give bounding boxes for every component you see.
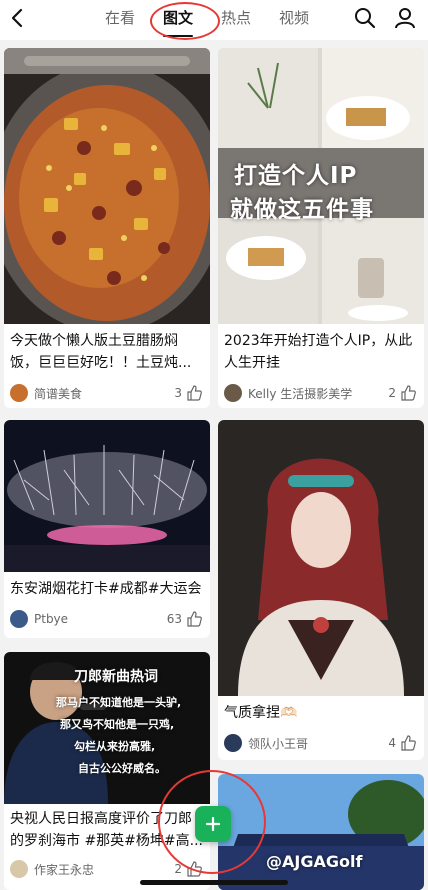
feed-card[interactable]: @AJGAGolf xyxy=(218,774,424,890)
lyrics-line: 自古公公好威名。 xyxy=(78,762,166,775)
tab-video[interactable]: 视频 xyxy=(279,4,309,32)
tab-image-text[interactable]: 图文 xyxy=(163,4,194,37)
plus-icon xyxy=(205,816,221,832)
content-feed: 今天做个懒人版土豆腊肠焖饭，巨巨巨好吃！！土豆炖... 简谱美食 3 打造个人I… xyxy=(0,40,428,890)
feed-card[interactable]: 气质拿捏🫶🏻 领队小王哥 4 xyxy=(218,420,424,760)
singer-photo: 刀郎新曲热词 那马户不知道他是一头驴, 那又鸟不知他是一只鸡, 勾栏从来扮高雅,… xyxy=(4,652,210,804)
feed-card[interactable]: 刀郎新曲热词 那马户不知道他是一头驴, 那又鸟不知他是一只鸡, 勾栏从来扮高雅,… xyxy=(4,652,210,890)
author-name[interactable]: Kelly 生活摄影美学 xyxy=(248,385,388,402)
card-title: 2023年开始打造个人IP，从此人生开挂 xyxy=(224,333,413,371)
user-icon[interactable] xyxy=(393,6,417,30)
avatar[interactable] xyxy=(10,610,28,628)
like-count: 2 xyxy=(174,862,182,876)
tab-bar: 在看 图文 热点 视频 xyxy=(105,4,337,37)
avatar[interactable] xyxy=(224,384,242,402)
lifestyle-photo: 打造个人IP 就做这五件事 xyxy=(218,48,424,324)
avatar[interactable] xyxy=(10,860,28,878)
avatar[interactable] xyxy=(224,734,242,752)
card-meta: 作家王永忠 2 xyxy=(10,858,202,880)
card-title: 央视人民日报高度评价了刀郎的罗刹海市 #那英#杨坤#高... xyxy=(10,811,203,849)
search-icon[interactable] xyxy=(353,6,377,30)
home-indicator xyxy=(140,880,288,885)
portrait-photo xyxy=(218,420,424,696)
like-count: 2 xyxy=(388,386,396,400)
card-meta: 简谱美食 3 xyxy=(10,382,202,404)
feed-card[interactable]: 打造个人IP 就做这五件事 2023年开始打造个人IP，从此人生开挂 Kelly… xyxy=(218,48,424,408)
top-nav-bar: 在看 图文 热点 视频 xyxy=(0,0,428,40)
thumbs-up-icon[interactable] xyxy=(186,861,202,877)
card-meta: Ptbye 63 xyxy=(10,608,202,630)
card-title: 今天做个懒人版土豆腊肠焖饭，巨巨巨好吃！！土豆炖... xyxy=(10,333,192,371)
author-name[interactable]: Ptbye xyxy=(34,612,167,626)
avatar[interactable] xyxy=(10,384,28,402)
author-name[interactable]: 领队小王哥 xyxy=(248,735,388,752)
thumbs-up-icon[interactable] xyxy=(186,385,202,401)
like-count: 63 xyxy=(166,612,182,626)
lyrics-line: 那又鸟不知他是一只鸡, xyxy=(60,718,175,731)
back-chevron-icon[interactable] xyxy=(4,4,32,32)
lyrics-line: 勾栏从来扮高雅, xyxy=(74,740,156,753)
card-title: 气质拿捏🫶🏻 xyxy=(224,705,298,721)
card-meta: 领队小王哥 4 xyxy=(224,732,416,754)
add-post-button[interactable] xyxy=(195,806,231,842)
golf-brand-text: @AJGAGolf xyxy=(266,852,363,871)
thumbs-up-icon[interactable] xyxy=(186,611,202,627)
golf-photo: @AJGAGolf xyxy=(218,774,424,890)
feed-card[interactable]: 东安湖烟花打卡#成都#大运会 Ptbye 63 xyxy=(4,420,210,638)
feed-card[interactable]: 今天做个懒人版土豆腊肠焖饭，巨巨巨好吃！！土豆炖... 简谱美食 3 xyxy=(4,48,210,408)
author-name[interactable]: 作家王永忠 xyxy=(34,861,174,878)
overlay-subheadline: 就做这五件事 xyxy=(230,197,374,223)
author-name[interactable]: 简谱美食 xyxy=(34,385,174,402)
like-count: 3 xyxy=(174,386,182,400)
card-title: 东安湖烟花打卡#成都#大运会 xyxy=(10,581,202,597)
fireworks-photo xyxy=(4,420,210,572)
dish-photo xyxy=(4,48,210,333)
lyrics-heading: 刀郎新曲热词 xyxy=(74,669,158,685)
tab-watching[interactable]: 在看 xyxy=(105,4,135,32)
thumbs-up-icon[interactable] xyxy=(400,385,416,401)
lyrics-line: 那马户不知道他是一头驴, xyxy=(56,696,182,709)
overlay-headline: 打造个人IP xyxy=(234,163,358,189)
tab-trending[interactable]: 热点 xyxy=(221,4,251,32)
card-meta: Kelly 生活摄影美学 2 xyxy=(224,382,416,404)
like-count: 4 xyxy=(388,736,396,750)
thumbs-up-icon[interactable] xyxy=(400,735,416,751)
